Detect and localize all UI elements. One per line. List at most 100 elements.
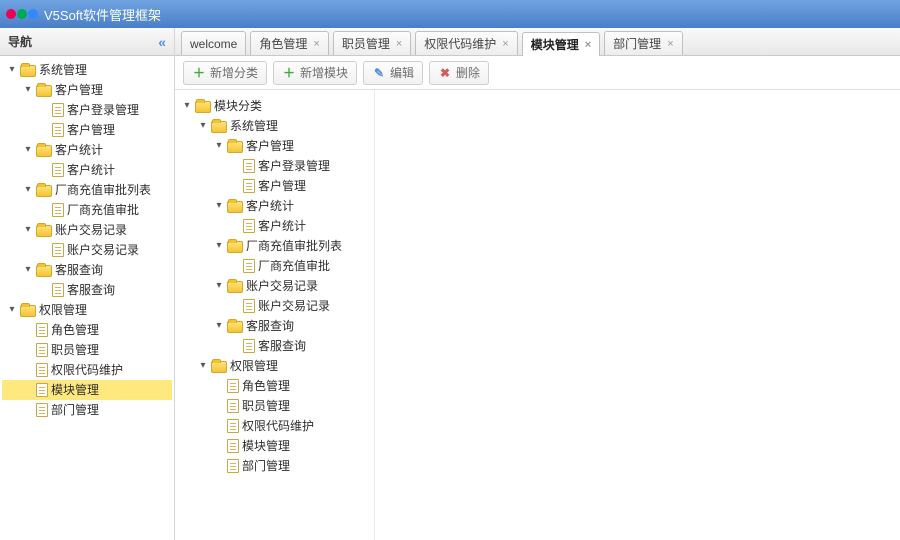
tree-node[interactable]: 厂商充值审批列表 — [177, 236, 372, 256]
expand-icon[interactable] — [197, 360, 209, 372]
pencil-icon: ✎ — [372, 66, 386, 80]
tree-node[interactable]: 客户统计 — [177, 216, 372, 236]
tree-node-label: 客户统计 — [246, 196, 294, 216]
tree-node-label: 客户统计 — [258, 216, 306, 236]
tree-node[interactable]: 厂商充值审批 — [2, 200, 172, 220]
expand-icon[interactable] — [213, 140, 225, 152]
tree-node[interactable]: 部门管理 — [177, 456, 372, 476]
tree-node[interactable]: 客服查询 — [2, 280, 172, 300]
tree-node[interactable]: 模块分类 — [177, 96, 372, 116]
tree-node-label: 厂商充值审批 — [258, 256, 330, 276]
expand-icon[interactable] — [22, 84, 34, 96]
tree-node[interactable]: 系统管理 — [2, 60, 172, 80]
expand-icon[interactable] — [22, 224, 34, 236]
expand-icon[interactable] — [197, 120, 209, 132]
tree-node-label: 账户交易记录 — [67, 240, 139, 260]
tree-node[interactable]: 厂商充值审批 — [177, 256, 372, 276]
expand-icon[interactable] — [6, 64, 18, 76]
tree-node[interactable]: 账户交易记录 — [177, 296, 372, 316]
tree-node[interactable]: 模块管理 — [177, 436, 372, 456]
tree-node[interactable]: 账户交易记录 — [177, 276, 372, 296]
tab[interactable]: 角色管理× — [250, 31, 328, 55]
tree-node[interactable]: 厂商充值审批列表 — [2, 180, 172, 200]
tree-node-label: 客服查询 — [246, 316, 294, 336]
tree-node-label: 系统管理 — [230, 116, 278, 136]
tree-node-label: 权限管理 — [39, 300, 87, 320]
tree-node[interactable]: 角色管理 — [177, 376, 372, 396]
tree-node[interactable]: 客户统计 — [177, 196, 372, 216]
close-icon[interactable]: × — [667, 38, 673, 50]
tree-node[interactable]: 模块管理 — [2, 380, 172, 400]
expand-icon[interactable] — [213, 320, 225, 332]
tree-node[interactable]: 权限代码维护 — [177, 416, 372, 436]
close-icon[interactable]: × — [585, 39, 591, 51]
expand-icon[interactable] — [181, 100, 193, 112]
tree-node[interactable]: 客户统计 — [2, 160, 172, 180]
tree-node-label: 权限代码维护 — [51, 360, 123, 380]
spacer — [213, 400, 225, 412]
collapse-icon[interactable]: « — [158, 34, 166, 50]
tree-node[interactable]: 客户管理 — [2, 120, 172, 140]
tree-node-label: 部门管理 — [242, 456, 290, 476]
tree-node[interactable]: 客服查询 — [177, 316, 372, 336]
tree-node[interactable]: 系统管理 — [177, 116, 372, 136]
close-icon[interactable]: × — [502, 38, 508, 50]
spacer — [213, 440, 225, 452]
tab[interactable]: 职员管理 × — [333, 31, 411, 55]
tree-node-label: 客户统计 — [67, 160, 115, 180]
tree-node[interactable]: 客户统计 — [2, 140, 172, 160]
spacer — [38, 284, 50, 296]
add-category-button[interactable]: ＋新增分类 — [183, 61, 267, 85]
tree-node[interactable]: 职员管理 — [177, 396, 372, 416]
expand-icon[interactable] — [213, 200, 225, 212]
expand-icon[interactable] — [213, 240, 225, 252]
tab-label: 职员管理 — [342, 35, 390, 52]
tab-label: 部门管理 — [613, 35, 661, 52]
nav-panel: 导航 « 系统管理客户管理客户登录管理客户管理客户统计客户统计厂商充值审批列表厂… — [0, 28, 175, 540]
tree-node-label: 客服查询 — [55, 260, 103, 280]
tree-node[interactable]: 客服查询 — [177, 336, 372, 356]
page-icon — [52, 123, 64, 137]
tree-node[interactable]: 客户登录管理 — [177, 156, 372, 176]
add-module-button[interactable]: ＋新增模块 — [273, 61, 357, 85]
tree-node[interactable]: 客户管理 — [2, 80, 172, 100]
spacer — [213, 460, 225, 472]
expand-icon[interactable] — [22, 144, 34, 156]
page-icon — [36, 403, 48, 417]
spacer — [22, 364, 34, 376]
tree-node-label: 客户登录管理 — [67, 100, 139, 120]
tree-node[interactable]: 客户登录管理 — [2, 100, 172, 120]
close-icon[interactable]: × — [396, 38, 402, 50]
tree-node[interactable]: 部门管理 — [2, 400, 172, 420]
expand-icon[interactable] — [22, 184, 34, 196]
tree-node[interactable]: 权限管理 — [2, 300, 172, 320]
tab[interactable]: welcome — [181, 31, 246, 55]
tree-node-label: 账户交易记录 — [258, 296, 330, 316]
tree-node[interactable]: 角色管理 — [2, 320, 172, 340]
tree-node[interactable]: 权限代码维护 — [2, 360, 172, 380]
tree-node[interactable]: 客户管理 — [177, 136, 372, 156]
tree-node[interactable]: 账户交易记录 — [2, 220, 172, 240]
logo-icon — [17, 9, 27, 19]
expand-icon[interactable] — [213, 280, 225, 292]
tree-node[interactable]: 账户交易记录 — [2, 240, 172, 260]
folder-icon — [227, 141, 243, 153]
spacer — [229, 260, 241, 272]
tree-node-label: 职员管理 — [242, 396, 290, 416]
tree-node-label: 角色管理 — [51, 320, 99, 340]
tab[interactable]: 模块管理× — [522, 32, 600, 56]
tree-node-label: 客户管理 — [258, 176, 306, 196]
close-icon[interactable]: × — [313, 38, 319, 50]
tab[interactable]: 权限代码维护× — [415, 31, 517, 55]
tree-node[interactable]: 职员管理 — [2, 340, 172, 360]
edit-button[interactable]: ✎编辑 — [363, 61, 423, 85]
folder-icon — [195, 101, 211, 113]
expand-icon[interactable] — [6, 304, 18, 316]
expand-icon[interactable] — [22, 264, 34, 276]
tree-node-label: 账户交易记录 — [246, 276, 318, 296]
tree-node[interactable]: 客户管理 — [177, 176, 372, 196]
tab[interactable]: 部门管理 × — [604, 31, 682, 55]
tree-node[interactable]: 客服查询 — [2, 260, 172, 280]
delete-button[interactable]: ✖删除 — [429, 61, 489, 85]
tree-node[interactable]: 权限管理 — [177, 356, 372, 376]
